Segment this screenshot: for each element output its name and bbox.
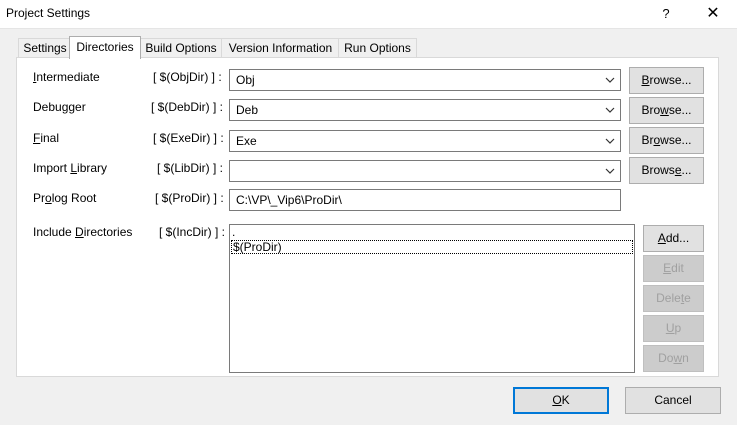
debugger-browse-button[interactable]: Browse...	[629, 97, 704, 124]
import-library-combo[interactable]	[229, 160, 621, 182]
final-value: Exe	[236, 134, 257, 148]
import-library-macro: [ $(LibDir) ] :	[157, 161, 224, 175]
down-button[interactable]: Down	[643, 345, 704, 372]
debugger-label: Debugger	[33, 100, 86, 114]
final-combo[interactable]: Exe	[229, 130, 621, 152]
intermediate-value: Obj	[236, 73, 255, 87]
prolog-root-label: Prolog Root	[33, 191, 97, 205]
prolog-root-value: C:\VP\_Vip6\ProDir\	[236, 193, 342, 207]
intermediate-browse-button[interactable]: Browse...	[629, 67, 704, 94]
intermediate-macro: [ $(ObjDir) ] :	[153, 70, 222, 84]
chevron-down-icon	[605, 107, 615, 113]
import-library-label: Import Library	[33, 161, 108, 175]
tab-build-options[interactable]: Build Options	[139, 38, 223, 58]
edit-button[interactable]: Edit	[643, 255, 704, 282]
final-label: Final	[33, 131, 60, 145]
prolog-root-macro: [ $(ProDir) ] :	[155, 191, 224, 205]
tab-version-information[interactable]: Version Information	[221, 38, 340, 58]
final-browse-button[interactable]: Browse...	[629, 127, 704, 154]
up-button[interactable]: Up	[643, 315, 704, 342]
list-item[interactable]: $(ProDir)	[231, 240, 633, 254]
final-macro: [ $(ExeDir) ] :	[153, 131, 224, 145]
chevron-down-icon	[605, 77, 615, 83]
title-bar: Project Settings ? ✕	[0, 0, 737, 29]
debugger-combo[interactable]: Deb	[229, 99, 621, 121]
tab-settings[interactable]: Settings	[18, 38, 72, 58]
chevron-down-icon	[605, 168, 615, 174]
close-icon[interactable]: ✕	[696, 3, 730, 25]
include-directories-label: Include Directories	[33, 225, 133, 239]
import-library-browse-button[interactable]: Browse...	[629, 157, 704, 184]
window-title: Project Settings	[6, 6, 91, 20]
debugger-value: Deb	[236, 103, 259, 117]
help-button[interactable]: ?	[651, 4, 681, 24]
tab-directories[interactable]: Directories	[69, 36, 141, 59]
list-item[interactable]: .	[231, 226, 634, 240]
ok-button[interactable]: OK	[513, 387, 609, 414]
include-directories-list[interactable]: . $(ProDir)	[229, 224, 635, 373]
include-directories-macro: [ $(IncDir) ] :	[159, 225, 226, 239]
cancel-button[interactable]: Cancel	[625, 387, 721, 414]
prolog-root-input[interactable]: C:\VP\_Vip6\ProDir\	[229, 189, 621, 211]
debugger-macro: [ $(DebDir) ] :	[151, 100, 224, 114]
delete-button[interactable]: Delete	[643, 285, 704, 312]
intermediate-label: Intermediate	[33, 70, 100, 84]
chevron-down-icon	[605, 138, 615, 144]
tab-run-options[interactable]: Run Options	[338, 38, 417, 58]
intermediate-combo[interactable]: Obj	[229, 69, 621, 91]
add-button[interactable]: Add...	[643, 225, 704, 252]
